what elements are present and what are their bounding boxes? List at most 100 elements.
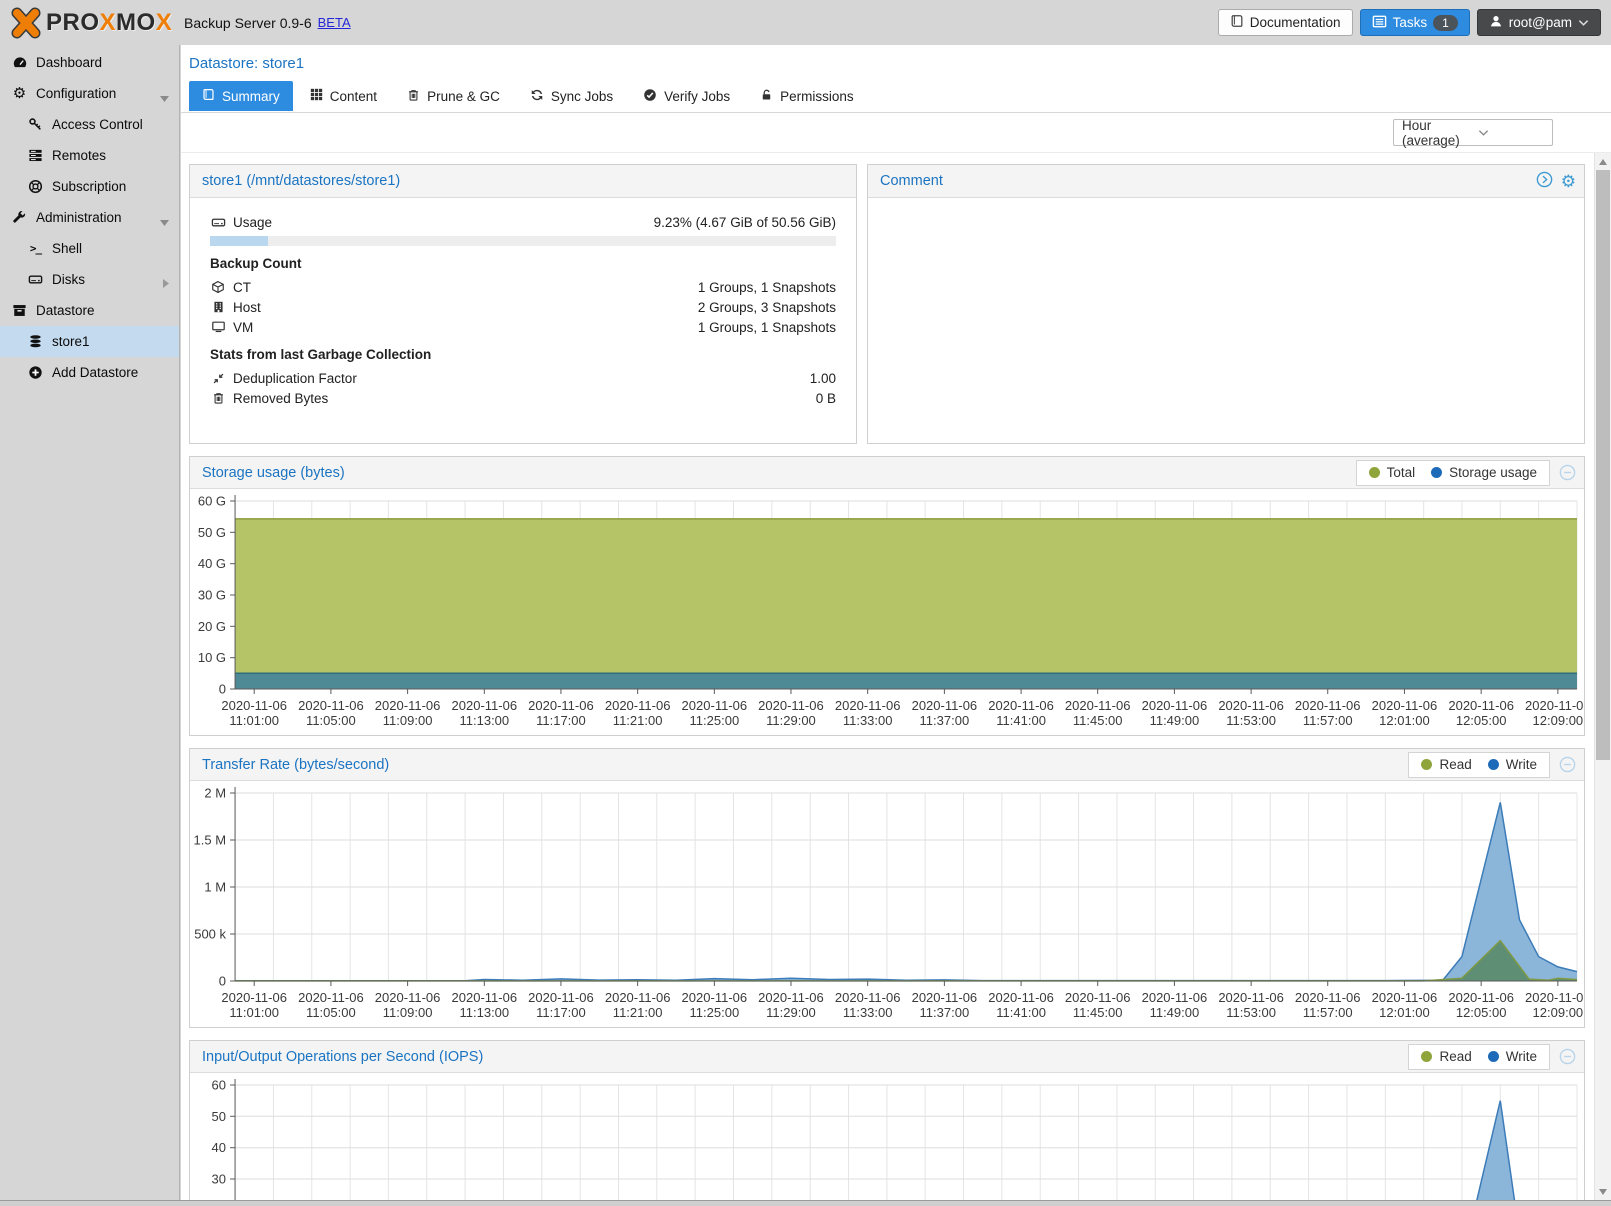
svg-text:1 M: 1 M xyxy=(204,880,226,895)
user-icon xyxy=(1489,14,1503,31)
iops-chart: 01020304050602020-11-0611:01:002020-11-0… xyxy=(190,1075,1584,1206)
collapse-icon[interactable] xyxy=(1559,1048,1576,1065)
svg-text:11:17:00: 11:17:00 xyxy=(536,713,586,728)
svg-text:2020-11-06: 2020-11-06 xyxy=(375,698,441,713)
svg-text:12:01:00: 12:01:00 xyxy=(1379,1005,1430,1020)
svg-text:30: 30 xyxy=(212,1172,226,1187)
svg-text:50 G: 50 G xyxy=(198,525,226,540)
svg-text:2020-11-06: 2020-11-06 xyxy=(1142,990,1208,1005)
svg-text:2020-11-06: 2020-11-06 xyxy=(912,990,978,1005)
svg-text:0: 0 xyxy=(219,682,226,697)
sidebar-item-add-datastore[interactable]: Add Datastore xyxy=(0,357,179,388)
tasks-count-badge: 1 xyxy=(1433,15,1458,31)
tasks-button[interactable]: Tasks 1 xyxy=(1360,9,1470,36)
svg-text:11:49:00: 11:49:00 xyxy=(1150,1005,1200,1020)
gear-icon[interactable]: ⚙ xyxy=(1561,173,1576,190)
beta-link[interactable]: BETA xyxy=(318,15,351,30)
product-subtitle: Backup Server 0.9-6 xyxy=(184,15,312,31)
header-actions: Documentation Tasks 1 root@pam xyxy=(1218,9,1611,36)
svg-text:2020-11-06: 2020-11-06 xyxy=(528,990,594,1005)
scroll-up-icon[interactable] xyxy=(1595,154,1611,170)
tab-permissions[interactable]: Permissions xyxy=(747,81,867,111)
collapse-icon[interactable] xyxy=(1559,464,1576,481)
removed-bytes-row: Removed Bytes 0 B xyxy=(210,388,836,408)
tab-prune-gc[interactable]: Prune & GC xyxy=(394,81,513,111)
svg-text:11:33:00: 11:33:00 xyxy=(843,1005,893,1020)
sidebar-item-remotes[interactable]: Remotes xyxy=(0,140,179,171)
sidebar-item-access-control[interactable]: Access Control xyxy=(0,109,179,140)
svg-text:2020-11-06: 2020-11-06 xyxy=(1295,698,1361,713)
legend-item-write[interactable]: Write xyxy=(1488,1049,1537,1064)
svg-text:2020-11-06: 2020-11-06 xyxy=(1142,698,1208,713)
sidebar-item-datastore[interactable]: Datastore xyxy=(0,295,179,326)
scrollbar-thumb[interactable] xyxy=(1596,170,1610,760)
tab-content[interactable]: Content xyxy=(297,81,390,111)
svg-text:12:05:00: 12:05:00 xyxy=(1456,713,1507,728)
legend-item-read[interactable]: Read xyxy=(1421,757,1471,772)
chevron-right-icon[interactable] xyxy=(163,276,169,291)
trash-icon xyxy=(210,391,226,405)
tab-summary[interactable]: Summary xyxy=(189,81,293,111)
chevron-down-icon[interactable] xyxy=(160,214,169,229)
grid-icon xyxy=(310,88,323,104)
user-menu-button[interactable]: root@pam xyxy=(1477,9,1601,36)
legend-dot xyxy=(1421,1051,1432,1062)
svg-text:2020-11-06: 2020-11-06 xyxy=(452,990,518,1005)
store1-panel-title: store1 (/mnt/datastores/store1) xyxy=(202,173,400,189)
svg-text:12:09:00: 12:09:00 xyxy=(1533,713,1584,728)
collapse-icon[interactable] xyxy=(1559,756,1576,773)
svg-text:11:21:00: 11:21:00 xyxy=(613,1005,663,1020)
svg-text:11:05:00: 11:05:00 xyxy=(306,1005,356,1020)
chevron-circle-right-icon[interactable] xyxy=(1536,171,1553,191)
scroll-down-icon[interactable] xyxy=(1595,1184,1611,1200)
timeframe-select[interactable]: Hour (average) xyxy=(1393,119,1553,146)
ct-row: CT 1 Groups, 1 Snapshots xyxy=(210,277,836,297)
svg-text:2020-11-06: 2020-11-06 xyxy=(1525,990,1584,1005)
sidebar-item-configuration[interactable]: ⚙ Configuration xyxy=(0,78,179,109)
tab-verify-jobs[interactable]: Verify Jobs xyxy=(630,81,743,111)
proxmox-x-icon xyxy=(8,5,44,41)
legend-item-write[interactable]: Write xyxy=(1488,757,1537,772)
transfer-rate-legend: Read Write xyxy=(1408,752,1550,778)
tab-sync-jobs[interactable]: Sync Jobs xyxy=(517,81,626,111)
task-list-icon xyxy=(1372,14,1387,32)
svg-text:11:33:00: 11:33:00 xyxy=(843,713,893,728)
svg-text:2020-11-06: 2020-11-06 xyxy=(298,990,364,1005)
legend-item-read[interactable]: Read xyxy=(1421,1049,1471,1064)
chevron-down-icon[interactable] xyxy=(160,90,169,105)
svg-text:11:57:00: 11:57:00 xyxy=(1303,713,1353,728)
archive-box-icon xyxy=(11,303,28,318)
usage-row: Usage 9.23% (4.67 GiB of 50.56 GiB) xyxy=(210,210,836,234)
sidebar-item-subscription[interactable]: Subscription xyxy=(0,171,179,202)
transfer-rate-title: Transfer Rate (bytes/second) xyxy=(202,757,389,773)
cube-icon xyxy=(210,280,226,294)
documentation-button[interactable]: Documentation xyxy=(1218,9,1353,36)
gears-icon: ⚙ xyxy=(11,86,28,101)
gc-stats-heading: Stats from last Garbage Collection xyxy=(210,347,836,362)
legend-item-storage-usage[interactable]: Storage usage xyxy=(1431,465,1537,480)
svg-text:2020-11-06: 2020-11-06 xyxy=(1372,990,1438,1005)
sidebar-item-dashboard[interactable]: Dashboard xyxy=(0,47,179,78)
usage-progress-fill xyxy=(210,236,268,246)
storage-usage-chart: 010 G20 G30 G40 G50 G60 G2020-11-0611:01… xyxy=(190,491,1584,735)
svg-text:1.5 M: 1.5 M xyxy=(194,833,227,848)
svg-text:12:09:00: 12:09:00 xyxy=(1533,1005,1584,1020)
svg-text:11:45:00: 11:45:00 xyxy=(1073,1005,1123,1020)
svg-text:60 G: 60 G xyxy=(198,494,226,509)
plus-circle-icon xyxy=(27,365,44,380)
sidebar-item-shell[interactable]: >_ Shell xyxy=(0,233,179,264)
legend-item-total[interactable]: Total xyxy=(1369,465,1416,480)
svg-text:11:17:00: 11:17:00 xyxy=(536,1005,586,1020)
legend-dot xyxy=(1421,759,1432,770)
book-icon xyxy=(202,88,215,104)
scroll-region: store1 (/mnt/datastores/store1) Usage 9.… xyxy=(181,153,1593,1206)
sidebar-item-store1[interactable]: store1 xyxy=(0,326,179,357)
compress-arrows-icon xyxy=(210,372,226,385)
vertical-scrollbar[interactable] xyxy=(1594,153,1611,1206)
svg-text:2020-11-06: 2020-11-06 xyxy=(221,698,287,713)
svg-text:11:37:00: 11:37:00 xyxy=(920,1005,970,1020)
svg-text:2020-11-06: 2020-11-06 xyxy=(1295,990,1361,1005)
comment-panel-body[interactable] xyxy=(868,198,1584,443)
sidebar-item-administration[interactable]: Administration xyxy=(0,202,179,233)
sidebar-item-disks[interactable]: Disks xyxy=(0,264,179,295)
